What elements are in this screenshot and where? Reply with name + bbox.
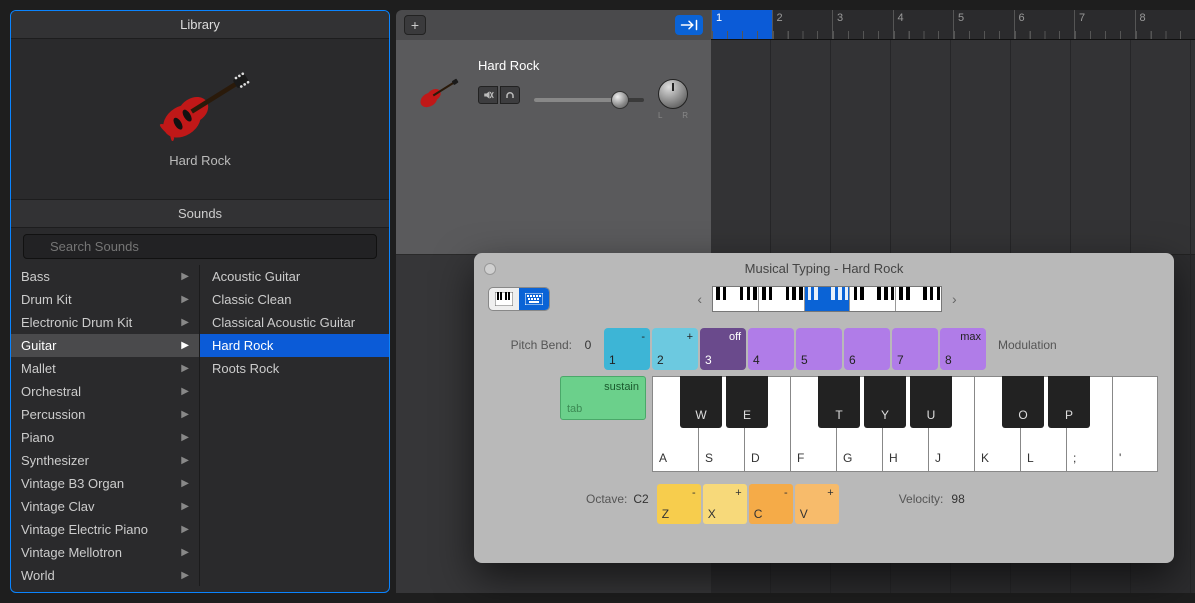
black-key-Y[interactable]: Y [864, 376, 906, 428]
musical-typing-title: Musical Typing - Hard Rock [474, 253, 1174, 286]
category-item[interactable]: Orchestral▶ [11, 380, 199, 403]
category-item[interactable]: Drum Kit▶ [11, 288, 199, 311]
black-key-W[interactable]: W [680, 376, 722, 428]
musical-typing-window: Musical Typing - Hard Rock ‹ › Pitch [474, 253, 1174, 563]
ruler-bar[interactable]: 2 [772, 10, 833, 39]
track-instrument-icon [410, 58, 464, 128]
view-mode-toggle[interactable] [488, 287, 550, 311]
category-item[interactable]: Electronic Drum Kit▶ [11, 311, 199, 334]
ruler-bar[interactable]: 5 [953, 10, 1014, 39]
pitchbend-key-5[interactable]: 5 [796, 328, 842, 370]
pitch-bend-label: Pitch Bend: [494, 328, 572, 352]
add-track-button[interactable]: + [404, 15, 426, 35]
category-item[interactable]: Mallet▶ [11, 357, 199, 380]
sounds-title: Sounds [11, 199, 389, 228]
library-panel: Library Hard Rock Sounds 🔍 Bass▶Drum Kit… [10, 10, 390, 593]
octave-key-X[interactable]: +X [703, 484, 747, 524]
octave-key-Z[interactable]: -Z [657, 484, 701, 524]
preset-item[interactable]: Classic Clean [200, 288, 389, 311]
sustain-key[interactable]: sustain tab [560, 376, 646, 420]
piano-keyboard-view-icon[interactable] [489, 288, 519, 310]
preset-item[interactable]: Hard Rock [200, 334, 389, 357]
category-item[interactable]: Piano▶ [11, 426, 199, 449]
mute-button[interactable] [478, 86, 498, 104]
ruler-bar[interactable]: 1 [711, 10, 772, 39]
track-name: Hard Rock [478, 58, 697, 73]
preset-item[interactable]: Acoustic Guitar [200, 265, 389, 288]
search-input[interactable] [23, 234, 377, 259]
black-key-E[interactable]: E [726, 376, 768, 428]
pitchbend-key-7[interactable]: 7 [892, 328, 938, 370]
range-left-arrow[interactable]: ‹ [693, 291, 706, 307]
pitchbend-key-4[interactable]: 4 [748, 328, 794, 370]
category-item[interactable]: Guitar▶ [11, 334, 199, 357]
octave-key-V[interactable]: +V [795, 484, 839, 524]
velocity-value: 98 [951, 484, 964, 506]
white-key-'[interactable]: ' [1112, 376, 1158, 472]
category-item[interactable]: Vintage Electric Piano▶ [11, 518, 199, 541]
timeline-ruler[interactable]: 12345678 [711, 10, 1195, 40]
typing-keyboard-view-icon[interactable] [519, 288, 549, 310]
black-key-T[interactable]: T [818, 376, 860, 428]
octave-label: Octave: [586, 484, 627, 506]
keyboard-range-display[interactable] [712, 286, 942, 312]
octave-key-C[interactable]: -C [749, 484, 793, 524]
ruler-bar[interactable]: 3 [832, 10, 893, 39]
pitchbend-key-1[interactable]: -1 [604, 328, 650, 370]
category-item[interactable]: Synthesizer▶ [11, 449, 199, 472]
catch-playhead-button[interactable] [675, 15, 703, 35]
black-key-O[interactable]: O [1002, 376, 1044, 428]
library-title: Library [11, 11, 389, 39]
pitchbend-key-2[interactable]: +2 [652, 328, 698, 370]
velocity-label: Velocity: [899, 484, 944, 506]
pan-right-label: R [682, 111, 688, 120]
volume-slider[interactable] [534, 98, 644, 102]
ruler-bar[interactable]: 4 [893, 10, 954, 39]
pan-left-label: L [658, 111, 662, 120]
pitchbend-key-8[interactable]: max8 [940, 328, 986, 370]
category-item[interactable]: Vintage Mellotron▶ [11, 541, 199, 564]
sustain-label: sustain [567, 381, 639, 393]
sustain-key-label: tab [567, 403, 639, 415]
category-item[interactable]: Bass▶ [11, 265, 199, 288]
octave-value: C2 [633, 484, 648, 506]
category-item[interactable]: World▶ [11, 564, 199, 586]
pitchbend-key-6[interactable]: 6 [844, 328, 890, 370]
preset-item[interactable]: Classical Acoustic Guitar [200, 311, 389, 334]
close-button[interactable] [484, 263, 496, 275]
black-key-U[interactable]: U [910, 376, 952, 428]
pitch-bend-zero: 0 [578, 328, 598, 352]
category-item[interactable]: Percussion▶ [11, 403, 199, 426]
library-preview-name: Hard Rock [169, 153, 230, 168]
modulation-label: Modulation [998, 328, 1057, 352]
category-item[interactable]: Vintage B3 Organ▶ [11, 472, 199, 495]
ruler-bar[interactable]: 6 [1014, 10, 1075, 39]
guitar-icon [140, 71, 260, 141]
track-row[interactable]: Hard Rock L R [396, 40, 711, 255]
preset-list[interactable]: Acoustic GuitarClassic CleanClassical Ac… [200, 265, 389, 586]
preset-item[interactable]: Roots Rock [200, 357, 389, 380]
pitchbend-key-3[interactable]: off3 [700, 328, 746, 370]
black-key-P[interactable]: P [1048, 376, 1090, 428]
ruler-bar[interactable]: 8 [1135, 10, 1195, 39]
pan-knob[interactable] [658, 79, 688, 109]
solo-headphones-button[interactable] [500, 86, 520, 104]
category-item[interactable]: Vintage Clav▶ [11, 495, 199, 518]
ruler-bar[interactable]: 7 [1074, 10, 1135, 39]
track-header-bar: + [396, 10, 711, 40]
category-list[interactable]: Bass▶Drum Kit▶Electronic Drum Kit▶Guitar… [11, 265, 200, 586]
range-right-arrow[interactable]: › [948, 291, 961, 307]
library-preview: Hard Rock [11, 39, 389, 199]
